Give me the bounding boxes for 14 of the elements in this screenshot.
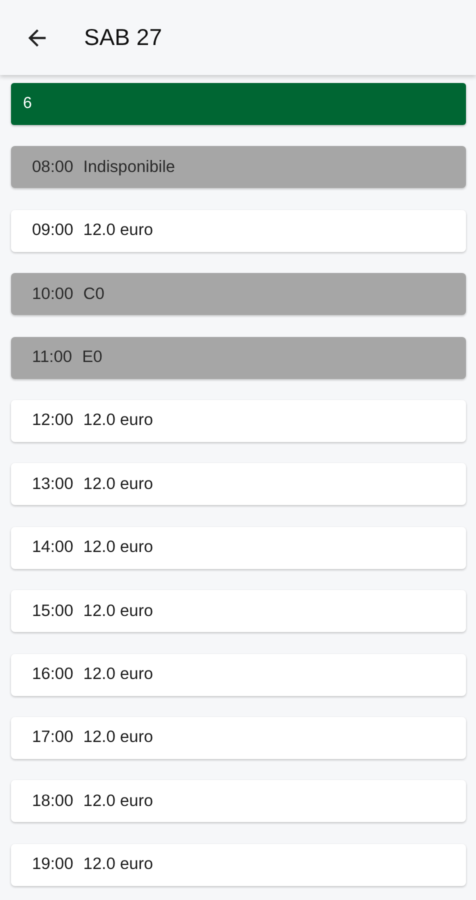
time-slot[interactable]: 17:00 12.0 euro: [11, 716, 466, 759]
time-slot[interactable]: 18:00 12.0 euro: [11, 780, 466, 822]
time-slot[interactable]: 09:00 12.0 euro: [11, 210, 466, 252]
page-title: SAB 27: [84, 24, 162, 51]
time-slot[interactable]: 13:00 12.0 euro: [11, 463, 466, 506]
time-slot[interactable]: 11:00 E0: [11, 336, 466, 379]
time-slot[interactable]: 08:00 Indisponibile: [11, 146, 466, 188]
time-slot[interactable]: 10:00 C0: [11, 273, 466, 316]
time-slot[interactable]: 14:00 12.0 euro: [11, 526, 466, 569]
banner-text: 6: [23, 95, 32, 113]
time-slot[interactable]: 15:00 12.0 euro: [11, 590, 466, 632]
time-slot[interactable]: 19:00 12.0 euro: [11, 844, 466, 886]
time-slot[interactable]: 16:00 12.0 euro: [11, 654, 466, 696]
time-slot[interactable]: 12:00 12.0 euro: [11, 400, 466, 442]
